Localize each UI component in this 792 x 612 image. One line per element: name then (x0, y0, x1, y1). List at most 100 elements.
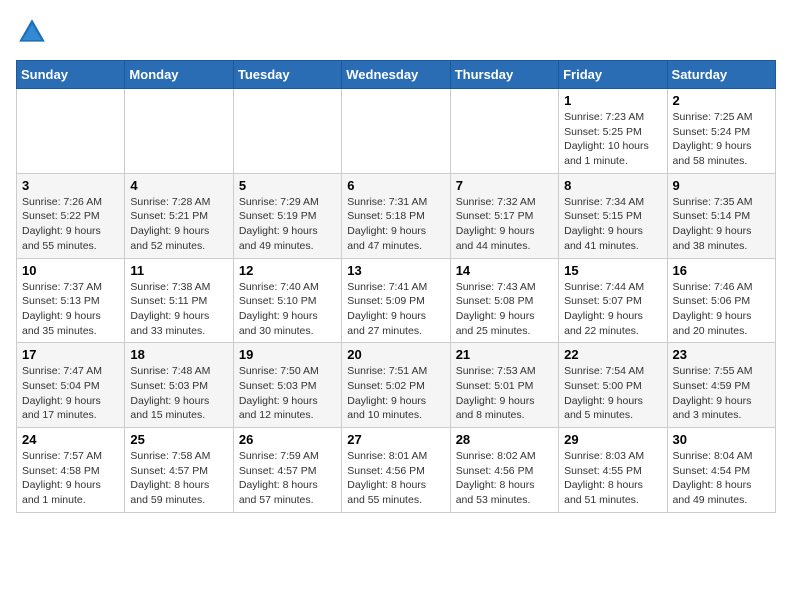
calendar-cell: 7 Sunrise: 7:32 AMSunset: 5:17 PMDaylight… (450, 173, 558, 258)
calendar-cell: 26Sunrise: 7:59 AMSunset: 4:57 PMDayligh… (233, 428, 341, 513)
week-row-3: 10 Sunrise: 7:37 AMSunset: 5:13 PMDayligh… (17, 258, 776, 343)
calendar-cell: 6 Sunrise: 7:31 AMSunset: 5:18 PMDaylight… (342, 173, 450, 258)
weekday-header-thursday: Thursday (450, 61, 558, 89)
calendar-cell: 14 Sunrise: 7:43 AMSunset: 5:08 PMDayligh… (450, 258, 558, 343)
calendar-cell: 3 Sunrise: 7:26 AMSunset: 5:22 PMDaylight… (17, 173, 125, 258)
day-number: 16 (673, 263, 770, 278)
day-number: 24 (22, 432, 119, 447)
calendar-cell: 1Sunrise: 7:23 AMSunset: 5:25 PMDaylight… (559, 89, 667, 174)
day-info: Sunrise: 7:29 AMSunset: 5:19 PMDaylight:… (239, 195, 336, 254)
day-number: 14 (456, 263, 553, 278)
calendar-cell (125, 89, 233, 174)
calendar-cell: 25 Sunrise: 7:58 AMSunset: 4:57 PMDayligh… (125, 428, 233, 513)
day-number: 9 (673, 178, 770, 193)
calendar-cell: 2 Sunrise: 7:25 AMSunset: 5:24 PMDaylight… (667, 89, 775, 174)
calendar-cell: 10 Sunrise: 7:37 AMSunset: 5:13 PMDayligh… (17, 258, 125, 343)
day-number: 19 (239, 347, 336, 362)
day-info: Sunrise: 7:58 AMSunset: 4:57 PMDaylight:… (130, 449, 227, 508)
calendar-cell (450, 89, 558, 174)
calendar-cell: 18 Sunrise: 7:48 AMSunset: 5:03 PMDayligh… (125, 343, 233, 428)
day-info: Sunrise: 7:25 AMSunset: 5:24 PMDaylight:… (673, 110, 770, 169)
day-number: 23 (673, 347, 770, 362)
day-number: 5 (239, 178, 336, 193)
day-info: Sunrise: 7:43 AMSunset: 5:08 PMDaylight:… (456, 280, 553, 339)
calendar-cell: 4 Sunrise: 7:28 AMSunset: 5:21 PMDaylight… (125, 173, 233, 258)
week-row-4: 17 Sunrise: 7:47 AMSunset: 5:04 PMDayligh… (17, 343, 776, 428)
day-number: 22 (564, 347, 661, 362)
day-info: Sunrise: 7:46 AMSunset: 5:06 PMDaylight:… (673, 280, 770, 339)
day-info: Sunrise: 7:26 AMSunset: 5:22 PMDaylight:… (22, 195, 119, 254)
calendar-cell: 8Sunrise: 7:34 AMSunset: 5:15 PMDaylight… (559, 173, 667, 258)
calendar-cell: 23 Sunrise: 7:55 AMSunset: 4:59 PMDayligh… (667, 343, 775, 428)
day-number: 6 (347, 178, 444, 193)
day-info: Sunrise: 7:40 AMSunset: 5:10 PMDaylight:… (239, 280, 336, 339)
calendar-cell: 20 Sunrise: 7:51 AMSunset: 5:02 PMDayligh… (342, 343, 450, 428)
day-info: Sunrise: 7:37 AMSunset: 5:13 PMDaylight:… (22, 280, 119, 339)
day-info: Sunrise: 8:03 AMSunset: 4:55 PMDaylight:… (564, 449, 661, 508)
calendar-cell: 12 Sunrise: 7:40 AMSunset: 5:10 PMDayligh… (233, 258, 341, 343)
day-number: 26 (239, 432, 336, 447)
day-info: Sunrise: 7:41 AMSunset: 5:09 PMDaylight:… (347, 280, 444, 339)
calendar-cell: 24 Sunrise: 7:57 AMSunset: 4:58 PMDayligh… (17, 428, 125, 513)
day-number: 13 (347, 263, 444, 278)
calendar-cell: 9Sunrise: 7:35 AMSunset: 5:14 PMDaylight… (667, 173, 775, 258)
logo-icon (16, 16, 48, 48)
day-number: 7 (456, 178, 553, 193)
calendar-cell: 29 Sunrise: 8:03 AMSunset: 4:55 PMDayligh… (559, 428, 667, 513)
calendar-cell: 30 Sunrise: 8:04 AMSunset: 4:54 PMDayligh… (667, 428, 775, 513)
calendar-cell: 15 Sunrise: 7:44 AMSunset: 5:07 PMDayligh… (559, 258, 667, 343)
day-number: 4 (130, 178, 227, 193)
calendar-cell (342, 89, 450, 174)
weekday-header-sunday: Sunday (17, 61, 125, 89)
day-info: Sunrise: 8:01 AMSunset: 4:56 PMDaylight:… (347, 449, 444, 508)
calendar-cell (233, 89, 341, 174)
day-number: 15 (564, 263, 661, 278)
day-info: Sunrise: 7:55 AMSunset: 4:59 PMDaylight:… (673, 364, 770, 423)
day-info: Sunrise: 7:34 AMSunset: 5:15 PMDaylight:… (564, 195, 661, 254)
calendar-cell: 21 Sunrise: 7:53 AMSunset: 5:01 PMDayligh… (450, 343, 558, 428)
weekday-header-tuesday: Tuesday (233, 61, 341, 89)
day-info: Sunrise: 7:51 AMSunset: 5:02 PMDaylight:… (347, 364, 444, 423)
day-number: 25 (130, 432, 227, 447)
day-number: 17 (22, 347, 119, 362)
day-number: 3 (22, 178, 119, 193)
day-info: Sunrise: 7:50 AMSunset: 5:03 PMDaylight:… (239, 364, 336, 423)
weekday-header-row: SundayMondayTuesdayWednesdayThursdayFrid… (17, 61, 776, 89)
calendar-cell: 22Sunrise: 7:54 AMSunset: 5:00 PMDayligh… (559, 343, 667, 428)
day-number: 21 (456, 347, 553, 362)
week-row-5: 24 Sunrise: 7:57 AMSunset: 4:58 PMDayligh… (17, 428, 776, 513)
week-row-1: 1Sunrise: 7:23 AMSunset: 5:25 PMDaylight… (17, 89, 776, 174)
weekday-header-saturday: Saturday (667, 61, 775, 89)
page-header (16, 16, 776, 48)
day-number: 10 (22, 263, 119, 278)
day-info: Sunrise: 7:57 AMSunset: 4:58 PMDaylight:… (22, 449, 119, 508)
weekday-header-wednesday: Wednesday (342, 61, 450, 89)
day-number: 20 (347, 347, 444, 362)
week-row-2: 3 Sunrise: 7:26 AMSunset: 5:22 PMDaylight… (17, 173, 776, 258)
day-info: Sunrise: 7:32 AMSunset: 5:17 PMDaylight:… (456, 195, 553, 254)
day-number: 1 (564, 93, 661, 108)
day-number: 28 (456, 432, 553, 447)
day-info: Sunrise: 7:28 AMSunset: 5:21 PMDaylight:… (130, 195, 227, 254)
day-number: 29 (564, 432, 661, 447)
calendar-table: SundayMondayTuesdayWednesdayThursdayFrid… (16, 60, 776, 513)
day-number: 27 (347, 432, 444, 447)
day-info: Sunrise: 7:48 AMSunset: 5:03 PMDaylight:… (130, 364, 227, 423)
logo (16, 16, 52, 48)
calendar-cell: 27 Sunrise: 8:01 AMSunset: 4:56 PMDayligh… (342, 428, 450, 513)
day-number: 11 (130, 263, 227, 278)
day-number: 2 (673, 93, 770, 108)
day-number: 30 (673, 432, 770, 447)
day-info: Sunrise: 7:53 AMSunset: 5:01 PMDaylight:… (456, 364, 553, 423)
calendar-cell: 13 Sunrise: 7:41 AMSunset: 5:09 PMDayligh… (342, 258, 450, 343)
day-info: Sunrise: 7:44 AMSunset: 5:07 PMDaylight:… (564, 280, 661, 339)
day-info: Sunrise: 8:04 AMSunset: 4:54 PMDaylight:… (673, 449, 770, 508)
weekday-header-friday: Friday (559, 61, 667, 89)
weekday-header-monday: Monday (125, 61, 233, 89)
calendar-cell: 16 Sunrise: 7:46 AMSunset: 5:06 PMDayligh… (667, 258, 775, 343)
calendar-cell: 11Sunrise: 7:38 AMSunset: 5:11 PMDayligh… (125, 258, 233, 343)
day-info: Sunrise: 7:47 AMSunset: 5:04 PMDaylight:… (22, 364, 119, 423)
day-number: 18 (130, 347, 227, 362)
day-info: Sunrise: 7:31 AMSunset: 5:18 PMDaylight:… (347, 195, 444, 254)
day-number: 12 (239, 263, 336, 278)
